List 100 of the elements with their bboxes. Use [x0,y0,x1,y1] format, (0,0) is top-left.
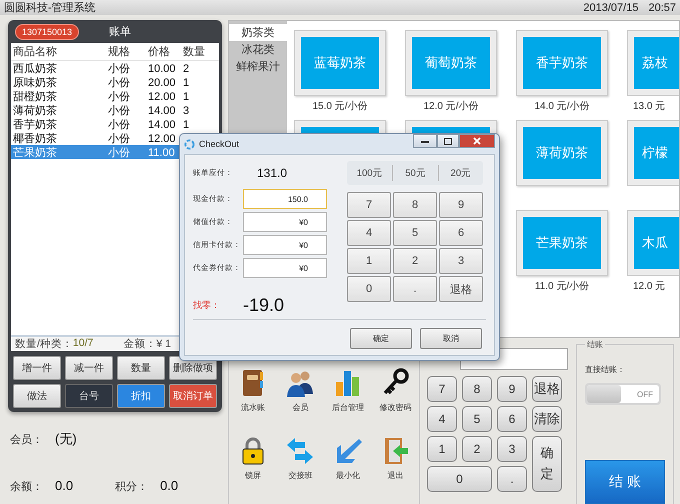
product-name: 木瓜 [642,234,668,252]
maximize-button[interactable] [437,134,459,148]
bill-row[interactable]: 原味奶茶 小份 20.00 1 [11,75,219,89]
table-cell-text: 芒果奶茶 [13,146,58,160]
keypad-key[interactable]: 8 [462,376,492,402]
product-name: 薄荷奶茶 [536,144,588,162]
date-text: 2013/07/15 [583,2,638,14]
dialog-button[interactable]: 取消 [420,328,482,349]
payment-field[interactable]: ¥0 [243,258,327,278]
minimize-button[interactable] [413,134,437,148]
keypad-key[interactable]: . [393,276,437,302]
bill-row[interactable]: 甜橙奶茶 小份 12.00 1 [11,89,219,103]
payment-field[interactable]: ¥0 [243,212,327,232]
maximize-icon [444,138,452,144]
dialog-button[interactable]: 确定 [350,328,412,349]
toggle-state-text: OFF [637,390,653,398]
change-value: -19.0 [243,295,284,316]
balance-label: 余额： [10,480,43,494]
column-header: 规格 [108,45,131,59]
swap-arrows-icon [285,436,316,466]
keypad-key[interactable]: 0 [427,466,492,492]
table-cell-text: 1 [183,90,190,102]
action-button[interactable]: 折扣 [117,384,165,408]
keypad-key[interactable]: 4 [347,220,391,246]
keypad-key[interactable]: 6 [439,220,483,246]
keypad-key[interactable]: 3 [439,248,483,274]
action-button[interactable]: 台号 [65,384,113,408]
bill-row[interactable]: 薄荷奶茶 小份 14.00 3 [11,103,219,117]
keypad-key[interactable]: 6 [497,406,527,432]
tool-label[interactable]: 最小化 [336,470,360,481]
table-cell-text: 1 [183,76,190,88]
direct-checkout-label: 直接结账： [585,364,626,375]
action-button[interactable]: 做法 [13,384,61,408]
tool-label[interactable]: 锁屏 [244,470,261,481]
member-label: 会员： [10,433,43,447]
table-cell-text: 小份 [108,104,131,118]
points-value: 0.0 [160,478,178,493]
table-cell-text: 3 [183,104,190,116]
app-icon [184,138,195,150]
table-cell-text: 小份 [108,76,131,90]
keypad-key[interactable]: 1 [347,248,391,274]
keypad-key[interactable]: 2 [393,248,437,274]
column-header: 数量 [183,45,206,59]
table-cell-text: 小份 [108,90,131,104]
member-value: (无) [55,430,77,448]
checkout-button[interactable]: 结 账 [585,460,665,504]
table-cell-text: 1 [183,118,190,130]
keypad-key[interactable]: 1 [427,436,457,462]
tool-label[interactable]: 后台管理 [332,402,364,413]
quick-amount-button[interactable]: 100元 [347,165,392,181]
payment-field[interactable]: ¥0 [243,235,327,255]
payment-field[interactable]: 150.0 [243,189,327,209]
quick-amount-button[interactable]: 50元 [392,165,438,181]
keypad-key[interactable]: 3 [497,436,527,462]
action-button[interactable]: 数量 [117,356,165,380]
count-label: 数量/种类： [15,337,73,351]
bill-row[interactable]: 西瓜奶茶 小份 10.00 2 [11,61,219,75]
action-button[interactable]: 增一件 [13,356,61,380]
table-cell-text: 14.00 [148,104,177,116]
order-number-badge: 1307150013 [15,24,80,40]
keypad-key[interactable]: 8 [393,192,437,218]
keypad-key[interactable]: 5 [393,220,437,246]
keypad-key[interactable]: 7 [427,376,457,402]
keypad-key[interactable]: 退格 [439,276,483,302]
table-cell-text: 20.00 [148,76,177,88]
keypad-key[interactable]: 2 [462,436,492,462]
tool-label[interactable]: 交接班 [288,470,312,481]
tool-label[interactable]: 会员 [292,402,308,413]
keypad-key[interactable]: 5 [462,406,492,432]
keypad-key[interactable]: 7 [347,192,391,218]
product-price: 12.0 元/小份 [423,100,479,113]
product-name: 葡萄奶茶 [425,54,477,72]
tool-label[interactable]: 修改密码 [379,402,412,413]
action-button[interactable]: 取消订单 [169,384,217,408]
keypad-key[interactable]: 确定 [532,436,562,492]
tool-label[interactable]: 退出 [387,470,404,481]
action-button[interactable]: 减一件 [65,356,113,380]
quick-amount-button[interactable]: 20元 [438,165,483,181]
keypad-key[interactable]: 9 [497,376,527,402]
table-cell-text: 香芋奶茶 [13,118,58,132]
keypad-key[interactable]: 4 [427,406,457,432]
keypad-key[interactable]: 退格 [532,376,562,402]
table-cell-text: 薄荷奶茶 [13,104,58,118]
keypad-key[interactable]: . [497,466,527,492]
close-button[interactable] [459,134,495,148]
table-cell-text: 西瓜奶茶 [13,62,58,76]
keypad-key[interactable]: 0 [347,276,391,302]
keypad-key[interactable]: 9 [439,192,483,218]
bill-row[interactable]: 香芋奶茶 小份 14.00 1 [11,117,219,131]
category-tab[interactable]: 奶茶类 [229,24,287,41]
category-tab[interactable]: 鲜榨果汁 [229,58,287,75]
table-cell-text: 10.00 [148,62,177,74]
tool-label[interactable]: 流水账 [240,402,265,413]
toggle-switch[interactable]: OFF [585,383,661,405]
table-cell-text: 12.00 [148,132,177,144]
group-title: 结账 [585,339,605,350]
category-tab[interactable]: 冰花类 [229,41,287,58]
table-cell-text: 11.00 [148,146,176,158]
keypad-key[interactable]: 清除 [532,406,562,432]
table-cell-text: 原味奶茶 [13,76,58,90]
